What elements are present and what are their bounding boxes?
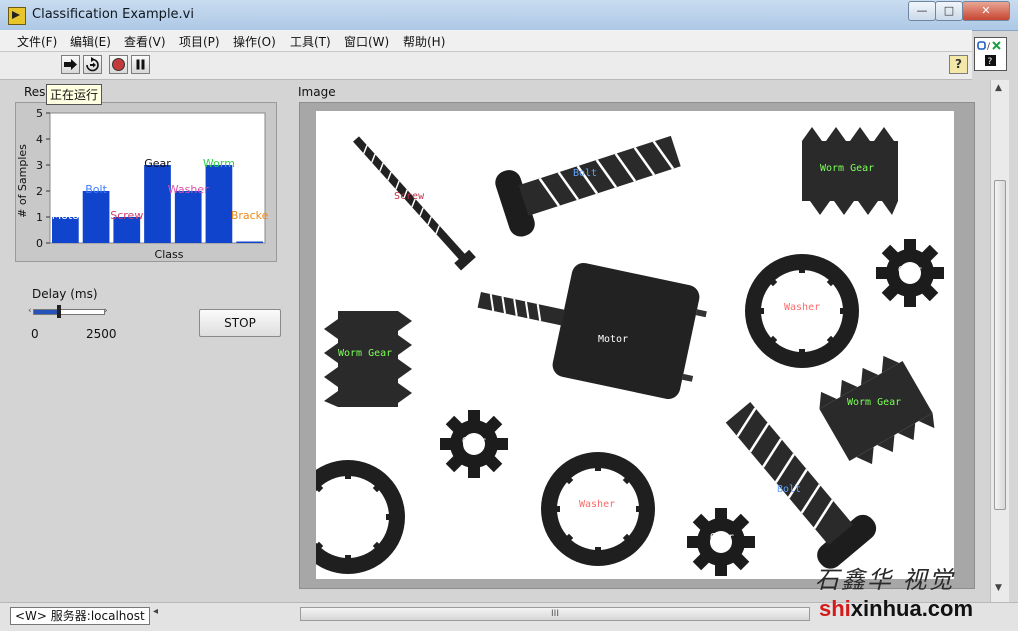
motor-part (477, 262, 707, 400)
menu-project[interactable]: 项目(P) (179, 33, 220, 50)
vertical-scroll-thumb[interactable] (994, 180, 1006, 510)
y-tick-label: 2 (36, 185, 43, 198)
bar-bolt (82, 191, 110, 243)
watermark: 石鑫华 视觉 shixinhua.com (815, 560, 1015, 626)
bar-label-screw: Screw (110, 209, 143, 222)
delay-slider-thumb[interactable] (57, 305, 61, 318)
slider-right-arrow-icon[interactable]: › (104, 306, 108, 316)
slider-max-label: 2500 (86, 327, 117, 341)
menu-edit[interactable]: 编辑(E) (70, 33, 111, 50)
title-bar: Classification Example.vi — □ ✕ (0, 0, 1018, 31)
annotation-motor: Motor (598, 334, 628, 345)
bar-label-washer: Washer (168, 183, 209, 196)
menu-bar: 文件(F) 编辑(E) 查看(V) 项目(P) 操作(O) 工具(T) 窗口(W… (0, 30, 972, 52)
pause-icon (136, 59, 145, 70)
svg-text:/: / (987, 42, 991, 52)
watermark-chinese: 石鑫华 视觉 (815, 566, 955, 594)
y-tick-label: 1 (36, 211, 43, 224)
annotation-gear-right: Gear (898, 265, 922, 276)
bar-gear (144, 165, 171, 243)
annotation-screw: Screw (394, 191, 425, 202)
chart-title: Res (24, 85, 46, 99)
delay-label: Delay (ms) (32, 287, 98, 301)
stop-button[interactable]: STOP (199, 309, 281, 337)
run-arrow-icon (64, 59, 77, 70)
y-tick-label: 4 (36, 133, 43, 146)
menu-help[interactable]: 帮助(H) (403, 33, 445, 50)
menu-operate[interactable]: 操作(O) (233, 33, 276, 50)
bar-worm (205, 165, 233, 243)
annotation-washer-right: Washer (784, 302, 820, 313)
labview-vi-icon[interactable] (8, 7, 26, 25)
bar-label-motor: Moto (52, 209, 80, 222)
bolt-top-part (490, 117, 688, 241)
close-button[interactable]: ✕ (962, 1, 1010, 21)
scroll-up-arrow-icon[interactable]: ▲ (995, 83, 1002, 93)
worm-gear-right-part (812, 348, 940, 474)
bar-label-bracket: Bracke (231, 209, 269, 222)
running-tooltip: 正在运行 (46, 84, 103, 105)
abort-stop-icon (112, 58, 125, 71)
annotation-bolt-top: Bolt (573, 168, 597, 179)
y-axis-label: # of Samples (16, 144, 29, 218)
bar-washer (174, 191, 202, 243)
horizontal-scrollbar[interactable]: III (300, 607, 810, 621)
worm-gear-left-part (324, 311, 412, 407)
annotation-gear-bottom: Gear (710, 532, 734, 543)
abort-button[interactable] (109, 55, 128, 74)
annotation-bolt-bottom: Bolt (777, 484, 801, 495)
annotation-worm-gear-left: Worm Gear (338, 348, 392, 359)
run-continuously-button[interactable] (83, 55, 102, 74)
annotation-worm-gear-top-right: Worm Gear (820, 163, 874, 174)
bar-label-worm: Worm (203, 157, 235, 170)
pause-button[interactable] (131, 55, 150, 74)
vertical-scrollbar[interactable]: ▲ ▼ (990, 80, 1009, 602)
bar-chart-svg: 0 1 2 3 4 5 Moto BoltScrew Gear Washer Worm Bracke… (16, 107, 269, 261)
minimize-button[interactable]: — (908, 1, 936, 21)
menu-tools[interactable]: 工具(T) (290, 33, 331, 50)
annotation-worm-gear-right: Worm Gear (847, 397, 901, 408)
slider-left-arrow-icon[interactable]: ‹ (28, 306, 32, 316)
window-title: Classification Example.vi (32, 7, 194, 22)
watermark-url-rest: xinhua.com (850, 596, 974, 621)
y-tick-label: 5 (36, 107, 43, 120)
watermark-url-accent: shi (819, 596, 851, 621)
toolbar: ? (0, 52, 972, 80)
context-help-button[interactable]: ? (949, 55, 968, 74)
menu-view[interactable]: 查看(V) (124, 33, 166, 50)
connector-pane-icon[interactable]: / ? (974, 37, 1007, 71)
x-axis-label: Class (155, 248, 184, 261)
bar-label-bolt: Bolt (85, 183, 107, 196)
image-label: Image (298, 85, 336, 99)
washer-left-part (316, 460, 405, 574)
annotation-gear-mid: Gear (462, 436, 486, 447)
maximize-button[interactable]: □ (935, 1, 963, 21)
watermark-url: shixinhua.com (819, 596, 973, 622)
menu-window[interactable]: 窗口(W) (344, 33, 389, 50)
svg-text:?: ? (988, 57, 993, 67)
results-chart[interactable]: 0 1 2 3 4 5 Moto Bolt Screw Gear Washer Worm Bracke… (15, 102, 277, 262)
scroll-left-arrow-icon[interactable]: ◂ (153, 606, 158, 617)
menu-file[interactable]: 文件(F) (17, 33, 57, 50)
annotation-washer-bottom: Washer (579, 499, 615, 510)
delay-slider-fill (34, 310, 59, 314)
run-continuously-icon (86, 57, 99, 72)
y-tick-label: 3 (36, 159, 43, 172)
slider-min-label: 0 (31, 327, 39, 341)
bar-bracket (236, 241, 263, 243)
bar-label-gear: Gear (144, 157, 171, 170)
image-display[interactable]: Screw Bolt Worm Gear Worm Gear Motor Was… (316, 111, 954, 579)
y-tick-label: 0 (36, 237, 43, 250)
run-button[interactable] (61, 55, 80, 74)
server-status: <W> 服务器:localhost (10, 607, 150, 625)
parts-image: Screw Bolt Worm Gear Worm Gear Motor Was… (316, 117, 944, 576)
